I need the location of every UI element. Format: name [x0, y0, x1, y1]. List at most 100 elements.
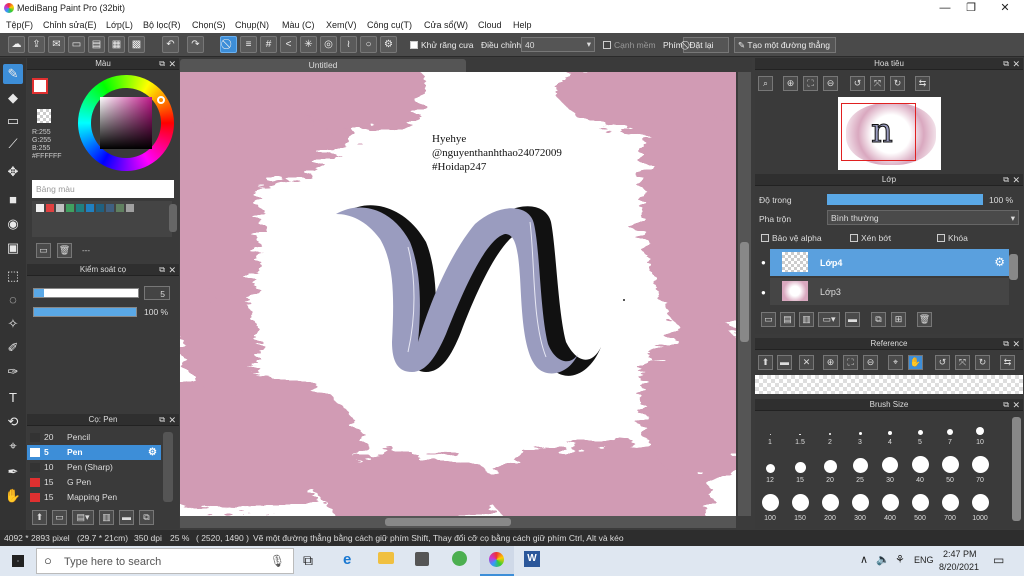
- reference-zoom-in-icon[interactable]: ⊕: [823, 355, 838, 370]
- redo-icon[interactable]: ↷: [187, 36, 204, 53]
- frame-tool-icon[interactable]: ✒: [3, 462, 23, 482]
- zoom-out-icon[interactable]: ⊖: [823, 76, 838, 91]
- palette-swatch[interactable]: [106, 204, 114, 212]
- brush-size-option[interactable]: 20: [815, 453, 845, 489]
- eraser-tool-icon[interactable]: ◆: [3, 88, 23, 108]
- operation-tool-icon[interactable]: ⟲: [3, 412, 23, 432]
- brush-menu-icon[interactable]: ▤▾: [72, 510, 94, 525]
- zoom-in-icon[interactable]: ⊕: [783, 76, 798, 91]
- add-palette-icon[interactable]: ▭: [36, 243, 51, 258]
- layer-settings-icon[interactable]: ⚙: [994, 255, 1005, 269]
- popout-icon[interactable]: ⧉: [159, 58, 165, 70]
- delete-layer-icon[interactable]: 🗑: [917, 312, 932, 327]
- brush-size-option[interactable]: 10: [965, 415, 995, 451]
- comment-icon[interactable]: ✉: [48, 36, 65, 53]
- canvas-horizontal-scrollbar[interactable]: [180, 516, 736, 528]
- menu-window[interactable]: Cửa sổ(W): [424, 20, 468, 30]
- chevron-up-icon[interactable]: ∧: [860, 553, 868, 566]
- brush-folder-icon[interactable]: ▬: [119, 510, 134, 525]
- palette-swatch[interactable]: [116, 204, 124, 212]
- select-tool-icon[interactable]: ⬚: [3, 266, 23, 286]
- palette-swatch[interactable]: [96, 204, 104, 212]
- popout-icon[interactable]: ⧉: [159, 414, 165, 426]
- clock-date[interactable]: 8/20/2021: [939, 562, 979, 572]
- merge-layer-icon[interactable]: ⊞: [891, 312, 906, 327]
- lasso-tool-icon[interactable]: ◌: [3, 290, 23, 310]
- duplicate-brush-icon[interactable]: ⧉: [139, 510, 154, 525]
- drawing-canvas[interactable]: Hyehye @nguyenthanhthao24072009 #Hoidap2…: [180, 72, 736, 516]
- brush-opacity-slider[interactable]: [33, 307, 137, 317]
- brush-size-option[interactable]: 400: [875, 491, 905, 527]
- brush-size-option[interactable]: 7: [935, 415, 965, 451]
- brush-size-option[interactable]: 40: [905, 453, 935, 489]
- brush-size-option[interactable]: 1000: [965, 491, 995, 527]
- brush-size-option[interactable]: 4: [875, 415, 905, 451]
- notification-icon[interactable]: ▭: [993, 553, 1004, 567]
- language-indicator[interactable]: ENG: [914, 555, 934, 565]
- move-tool-icon[interactable]: ✥: [3, 162, 23, 182]
- brush-size-option[interactable]: 1: [755, 415, 785, 451]
- palette-swatch[interactable]: [66, 204, 74, 212]
- brush-size-option[interactable]: 2: [815, 415, 845, 451]
- rect-tool-icon[interactable]: ▭: [3, 111, 23, 131]
- reference-fit-icon[interactable]: ⛶: [843, 355, 858, 370]
- close-icon[interactable]: ✕: [168, 414, 176, 426]
- brush-size-scrollbar[interactable]: [1012, 417, 1021, 521]
- menu-edit[interactable]: Chỉnh sửa(E): [43, 20, 97, 30]
- palette-scrollbar[interactable]: [169, 204, 177, 232]
- reference-flip-icon[interactable]: ⇆: [1000, 355, 1015, 370]
- undo-icon[interactable]: ↶: [162, 36, 179, 53]
- brush-size-option[interactable]: 700: [935, 491, 965, 527]
- brush-list-item[interactable]: 10 Pen (Sharp): [27, 460, 161, 475]
- hue-ring[interactable]: [78, 75, 174, 171]
- snap-parallel-icon[interactable]: ≡: [240, 36, 257, 53]
- new-brush-icon[interactable]: ▭: [52, 510, 67, 525]
- snap-ellipse-icon[interactable]: ○: [360, 36, 377, 53]
- reference-canvas[interactable]: [755, 375, 1023, 394]
- brush-size-option[interactable]: 300: [845, 491, 875, 527]
- popout-icon[interactable]: ⧉: [1003, 399, 1009, 411]
- palette-swatch[interactable]: [56, 204, 64, 212]
- clipping-toggle[interactable]: Xén bớt: [850, 233, 891, 243]
- close-icon[interactable]: ✕: [168, 58, 176, 70]
- fit-window-icon[interactable]: ⤧: [870, 76, 885, 91]
- menu-view[interactable]: Xem(V): [326, 20, 357, 30]
- visibility-icon[interactable]: ●: [761, 258, 766, 267]
- volume-icon[interactable]: 🔈: [876, 553, 890, 566]
- medibang-taskbar-button[interactable]: [480, 546, 514, 576]
- popout-icon[interactable]: ⧉: [1003, 338, 1009, 350]
- brush-size-option[interactable]: 500: [905, 491, 935, 527]
- primary-color-swatch[interactable]: [32, 78, 48, 94]
- reference-close-icon[interactable]: ✕: [799, 355, 814, 370]
- menu-color[interactable]: Màu (C): [282, 20, 315, 30]
- saturation-square[interactable]: [100, 97, 152, 149]
- brush-size-option[interactable]: 1.5: [785, 415, 815, 451]
- canvas-vertical-scrollbar[interactable]: [738, 72, 751, 516]
- word-icon[interactable]: W: [524, 551, 540, 567]
- brush-size-option[interactable]: 150: [785, 491, 815, 527]
- blend-mode-select[interactable]: Bình thường ▾: [827, 210, 1019, 225]
- reset-button[interactable]: ⃠ Đặt lại: [683, 37, 729, 53]
- reference-rotate-left-icon[interactable]: ↺: [935, 355, 950, 370]
- hue-handle[interactable]: [157, 96, 165, 104]
- snap-settings-icon[interactable]: ⚙: [380, 36, 397, 53]
- reference-eyedropper-icon[interactable]: ⌖: [888, 355, 903, 370]
- popout-icon[interactable]: ⧉: [1003, 58, 1009, 70]
- reference-open-icon[interactable]: ▬: [777, 355, 792, 370]
- menu-file[interactable]: Tệp(F): [6, 20, 33, 30]
- task-view-icon[interactable]: ⧉: [303, 552, 313, 569]
- palette-swatch[interactable]: [46, 204, 54, 212]
- hand-tool-icon[interactable]: ✋: [3, 486, 23, 506]
- navigator-preview[interactable]: n: [838, 97, 941, 170]
- brush-size-slider[interactable]: [33, 288, 139, 298]
- viewport-rectangle[interactable]: [841, 103, 916, 161]
- cloud-icon[interactable]: ☁: [8, 36, 25, 53]
- rotate-left-icon[interactable]: ↺: [850, 76, 865, 91]
- panel-icon[interactable]: ▦: [108, 36, 125, 53]
- file-explorer-icon[interactable]: [378, 552, 394, 564]
- clock-time[interactable]: 2:47 PM: [943, 549, 977, 559]
- reference-zoom-out-icon[interactable]: ⊖: [863, 355, 878, 370]
- app-icon-green[interactable]: [452, 551, 467, 566]
- brush-settings-icon[interactable]: ⚙: [148, 445, 157, 460]
- new-1bit-layer-icon[interactable]: ▥: [799, 312, 814, 327]
